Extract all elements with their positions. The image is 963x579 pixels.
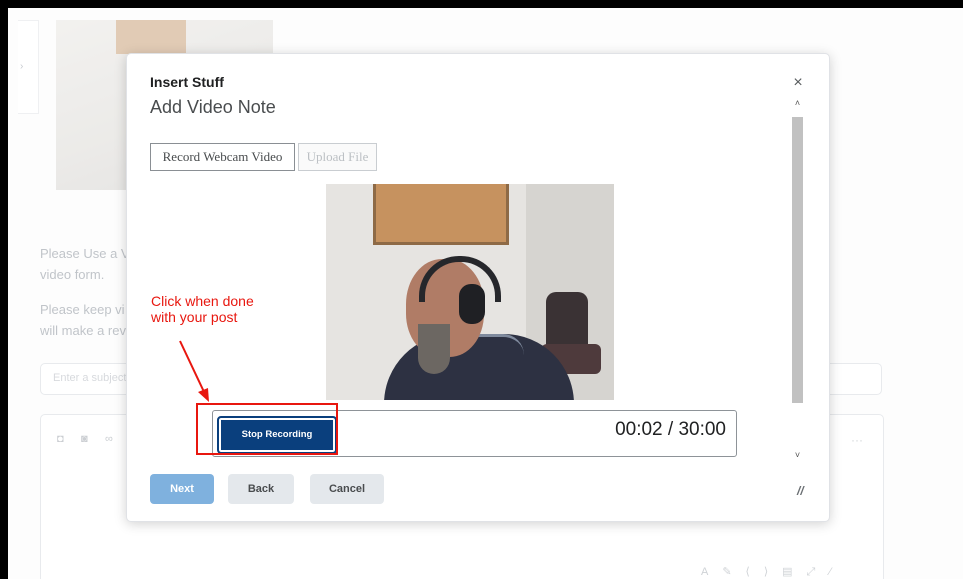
annotation-highlight-box: [196, 403, 338, 455]
back-button[interactable]: Back: [228, 474, 294, 504]
dialog-scrollbar[interactable]: ˄ ˅: [791, 98, 804, 464]
resize-handle-icon[interactable]: //: [797, 484, 809, 498]
annotation-line: Click when done: [151, 293, 254, 309]
tab-upload-file[interactable]: Upload File: [298, 143, 377, 171]
next-button[interactable]: Next: [150, 474, 214, 504]
scroll-down-icon[interactable]: ˅: [791, 450, 804, 464]
tab-record-webcam-video[interactable]: Record Webcam Video: [150, 143, 295, 171]
scroll-up-icon[interactable]: ˄: [791, 98, 804, 112]
annotation-text: Click when done with your post: [151, 293, 254, 325]
close-icon[interactable]: ×: [790, 75, 806, 91]
annotation-line: with your post: [151, 309, 238, 325]
webcam-preview: [326, 184, 614, 400]
dialog-title: Insert Stuff: [150, 74, 224, 90]
cancel-button[interactable]: Cancel: [310, 474, 384, 504]
dialog-subtitle: Add Video Note: [150, 97, 276, 117]
page: › Please Use a V video form. Please keep…: [8, 8, 963, 579]
scrollbar-thumb[interactable]: [792, 117, 803, 403]
recording-timer: 00:02 / 30:00: [615, 419, 726, 440]
